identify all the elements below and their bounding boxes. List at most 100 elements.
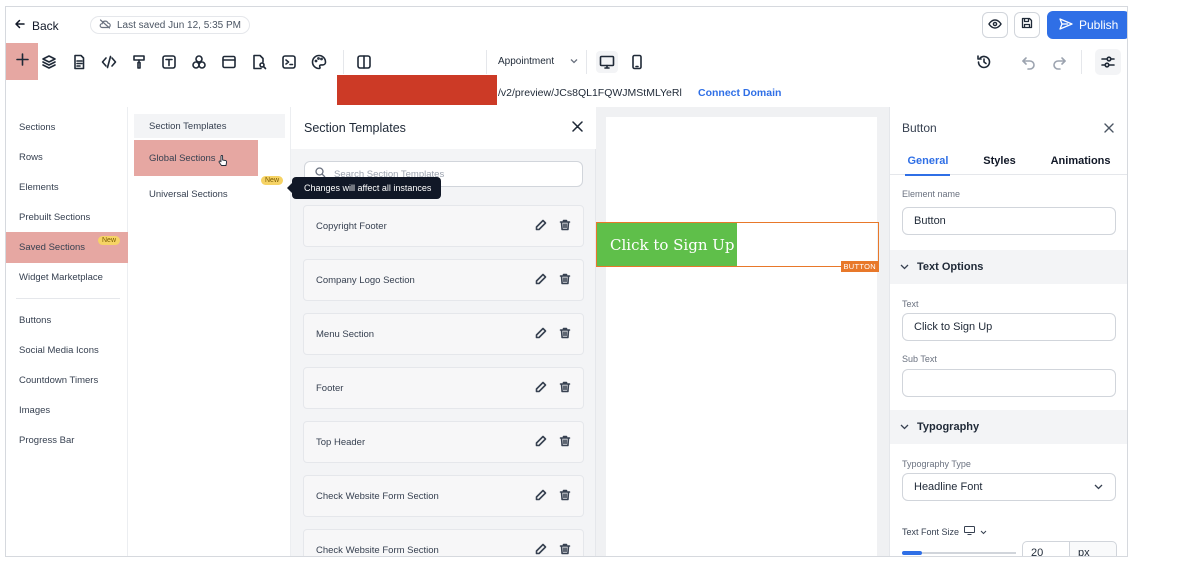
split-view-icon[interactable] <box>353 51 375 73</box>
subpanel-item-universal-sections[interactable]: Universal Sections <box>134 182 285 206</box>
save-button[interactable] <box>1014 12 1040 38</box>
template-card[interactable]: Footer <box>303 367 584 409</box>
trash-icon[interactable] <box>559 327 571 342</box>
paint-roller-icon[interactable] <box>128 51 150 73</box>
tab-general[interactable]: General <box>905 155 951 176</box>
sidebar-item-label: Prebuilt Sections <box>19 211 91 223</box>
font-size-slider-track[interactable] <box>922 552 1016 554</box>
add-element-button[interactable] <box>6 43 38 80</box>
save-status: Last saved Jun 12, 5:35 PM <box>90 16 250 34</box>
close-icon[interactable] <box>1104 120 1114 138</box>
toolbar-divider <box>586 50 587 74</box>
toolbar-divider <box>1081 50 1082 74</box>
subpanel-item-label: Global Sections <box>149 152 216 164</box>
redo-icon[interactable] <box>1048 51 1070 73</box>
desktop-view-icon[interactable] <box>596 51 618 73</box>
pencil-icon[interactable] <box>535 327 547 342</box>
sidebar-item-prebuilt-sections[interactable]: Prebuilt Sections <box>6 202 128 232</box>
template-card[interactable]: Menu Section <box>303 313 584 355</box>
sidebar-item-label: Social Media Icons <box>19 344 99 356</box>
terminal-icon[interactable] <box>278 51 300 73</box>
page-search-icon[interactable] <box>248 51 270 73</box>
mobile-view-icon[interactable] <box>626 51 648 73</box>
template-card[interactable]: Copyright Footer <box>303 205 584 247</box>
palette-icon[interactable] <box>308 51 330 73</box>
trash-icon[interactable] <box>559 489 571 504</box>
settings-sliders-icon[interactable] <box>1095 49 1121 75</box>
subpanel-item-global-sections[interactable]: Global Sections <box>134 140 258 176</box>
layers-icon[interactable] <box>38 51 60 73</box>
pencil-icon[interactable] <box>535 273 547 288</box>
trash-icon[interactable] <box>559 543 571 557</box>
sidebar-item-progress-bar[interactable]: Progress Bar <box>6 425 128 455</box>
typography-header[interactable]: Typography <box>890 410 1127 444</box>
trash-icon[interactable] <box>559 219 571 234</box>
selected-element-outline[interactable]: Click to Sign Up BUTTON <box>596 222 879 272</box>
arrow-left-icon <box>14 18 26 33</box>
template-card[interactable]: Top Header <box>303 421 584 463</box>
card-actions <box>535 435 571 450</box>
pencil-icon[interactable] <box>535 489 547 504</box>
text-field[interactable]: Click to Sign Up <box>902 313 1116 341</box>
shapes-icon[interactable] <box>188 51 210 73</box>
section-label: Typography <box>917 421 980 433</box>
page-icon[interactable] <box>68 51 90 73</box>
font-size-unit[interactable]: px <box>1069 541 1117 556</box>
page-select[interactable]: Appointment <box>498 56 578 67</box>
toolbar-divider <box>343 50 344 74</box>
chevron-down-icon[interactable] <box>980 527 987 537</box>
sidebar-item-rows[interactable]: Rows <box>6 142 128 172</box>
sidebar-item-social-media-icons[interactable]: Social Media Icons <box>6 335 128 365</box>
preview-url[interactable]: /v2/preview/JCs8QL1FQWJMStMLYeRl <box>498 87 682 99</box>
sidebar-item-saved-sections[interactable]: Saved Sections New <box>6 232 128 263</box>
undo-icon[interactable] <box>1018 51 1040 73</box>
font-size-input[interactable]: 20 <box>1022 541 1070 556</box>
preview-button[interactable] <box>982 12 1008 38</box>
sidebar-item-images[interactable]: Images <box>6 395 128 425</box>
template-card-label: Company Logo Section <box>316 274 415 286</box>
connect-domain-link[interactable]: Connect Domain <box>698 87 781 99</box>
typography-type-select[interactable]: Headline Font <box>902 473 1116 501</box>
element-name-field[interactable]: Button <box>902 207 1116 235</box>
trash-icon[interactable] <box>559 381 571 396</box>
pencil-icon[interactable] <box>535 435 547 450</box>
card-actions <box>535 219 571 234</box>
subpanel-item-section-templates[interactable]: Section Templates <box>134 114 285 138</box>
toolbar: Appointment <box>6 43 1127 81</box>
sidebar-item-sections[interactable]: Sections <box>6 112 128 142</box>
pencil-icon[interactable] <box>535 543 547 557</box>
tab-animations[interactable]: Animations <box>1051 155 1111 167</box>
template-card-label: Footer <box>316 382 344 394</box>
pencil-icon[interactable] <box>535 381 547 396</box>
sidebar-item-countdown-timers[interactable]: Countdown Timers <box>6 365 128 395</box>
template-card[interactable]: Check Website Form Section <box>303 475 584 517</box>
sidebar-item-widget-marketplace[interactable]: Widget Marketplace <box>6 262 128 292</box>
tooltip: Changes will affect all instances <box>286 177 442 199</box>
text-font-size-row: Text Font Size <box>902 526 987 537</box>
template-card-label: Check Website Form Section <box>316 490 439 502</box>
sidebar-item-elements[interactable]: Elements <box>6 172 128 202</box>
template-card[interactable]: Company Logo Section <box>303 259 584 301</box>
trash-icon[interactable] <box>559 435 571 450</box>
back-button[interactable]: Back <box>14 18 59 33</box>
close-icon[interactable] <box>572 121 583 135</box>
trash-icon[interactable] <box>559 273 571 288</box>
text-options-header[interactable]: Text Options <box>890 250 1127 284</box>
publish-button[interactable]: Publish <box>1047 11 1127 39</box>
chevron-down-icon <box>900 261 909 273</box>
sub-text-field[interactable] <box>902 369 1116 397</box>
subpanel-item-label: Section Templates <box>149 120 227 132</box>
code-icon[interactable] <box>98 51 120 73</box>
properties-panel: Button General Styles Animations Element… <box>889 107 1127 556</box>
signup-button[interactable]: Click to Sign Up <box>597 223 737 266</box>
font-size-slider-fill[interactable] <box>902 551 922 555</box>
text-icon[interactable] <box>158 51 180 73</box>
template-card[interactable]: Check Website Form Section <box>303 529 584 557</box>
sidebar-item-buttons[interactable]: Buttons <box>6 305 128 335</box>
pencil-icon[interactable] <box>535 219 547 234</box>
desktop-icon[interactable] <box>964 526 976 537</box>
tab-styles[interactable]: Styles <box>983 155 1015 167</box>
layout-icon[interactable] <box>218 51 240 73</box>
history-icon[interactable] <box>973 51 995 73</box>
card-actions <box>535 273 571 288</box>
